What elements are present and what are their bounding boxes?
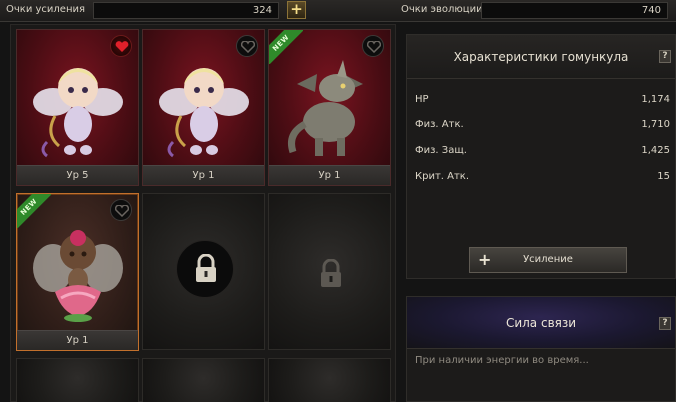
bond-panel-title: Сила связи [505, 316, 577, 330]
locked-slot-4[interactable] [142, 358, 265, 402]
level-label: Ур 5 [17, 165, 138, 185]
boost-points-label: Очки усиления [6, 4, 86, 15]
homunculus-slot-2[interactable]: Ур 1 [142, 29, 265, 186]
bond-description: При наличии энергии во время... [415, 355, 589, 366]
favorite-heart-icon[interactable] [110, 35, 132, 57]
favorite-heart-icon[interactable] [362, 35, 384, 57]
cupid-fairy-portrait [25, 54, 131, 168]
help-icon[interactable]: ? [659, 50, 671, 63]
flower-fairy-portrait [25, 218, 131, 332]
level-label: Ур 1 [17, 330, 138, 350]
homunculus-slot-1[interactable]: Ур 5 [16, 29, 139, 186]
stats-panel-header: Характеристики гомункула ? [407, 35, 675, 79]
stat-row-hp: HP 1,174 [415, 94, 670, 105]
locked-slot-3[interactable] [16, 358, 139, 402]
boost-points-field: 324 [93, 2, 279, 19]
top-bar: Очки усиления 324 + Очки эволюции 740 [0, 0, 676, 22]
lock-icon [321, 259, 341, 287]
locked-slot-2[interactable] [268, 193, 391, 350]
add-points-button[interactable]: + [287, 1, 306, 19]
upgrade-button[interactable]: + Усиление [469, 247, 627, 273]
evolution-points-field: 740 [481, 2, 668, 19]
help-icon[interactable]: ? [659, 317, 671, 330]
gray-dragon-portrait [277, 54, 383, 168]
plus-icon: + [478, 250, 492, 269]
bond-strength-panel: Сила связи ? При наличии энергии во врем… [406, 296, 676, 402]
lock-icon [176, 240, 234, 298]
stat-row-phys-atk: Физ. Атк. 1,710 [415, 119, 670, 130]
upgrade-button-label: Усиление [523, 254, 573, 265]
homunculus-stats-panel: Характеристики гомункула ? HP 1,174 Физ. … [406, 34, 676, 279]
new-badge: NEW [269, 30, 303, 64]
cupid-fairy-portrait [151, 54, 257, 168]
new-badge: NEW [17, 194, 51, 228]
favorite-heart-icon[interactable] [236, 35, 258, 57]
stats-panel-title: Характеристики гомункула [453, 50, 629, 64]
locked-slot-1[interactable] [142, 193, 265, 350]
favorite-heart-icon[interactable] [110, 199, 132, 221]
evolution-points-label: Очки эволюции [401, 4, 483, 15]
homunculus-grid: Ур 5 Ур 1 NEW Ур 1 NEW Ур 1 [10, 24, 396, 402]
level-label: Ур 1 [143, 165, 264, 185]
stat-row-phys-def: Физ. Защ. 1,425 [415, 145, 670, 156]
bond-panel-header: Сила связи ? [407, 297, 675, 349]
level-label: Ур 1 [269, 165, 390, 185]
locked-slot-5[interactable] [268, 358, 391, 402]
homunculus-slot-4[interactable]: NEW Ур 1 [16, 193, 139, 351]
stat-row-crit-atk: Крит. Атк. 15 [415, 171, 670, 182]
homunculus-slot-3[interactable]: NEW Ур 1 [268, 29, 391, 186]
